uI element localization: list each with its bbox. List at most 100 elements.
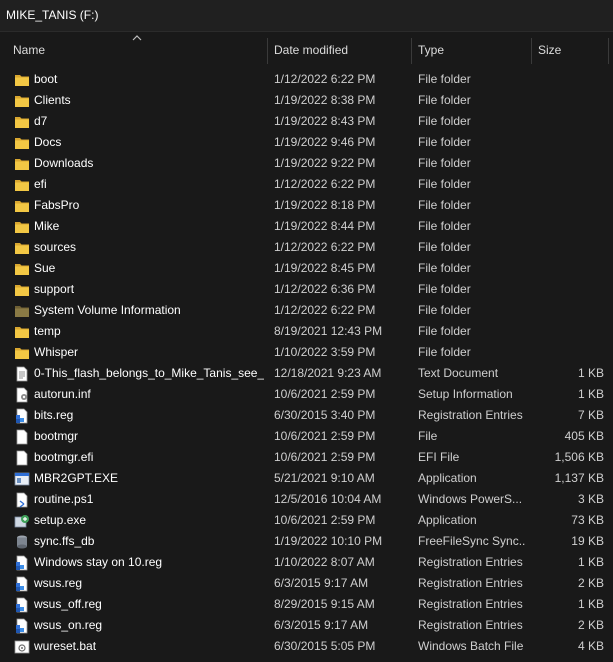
- file-list: boot 1/12/2022 6:22 PM File folder Clients 1…: [0, 69, 613, 657]
- item-type: File folder: [418, 219, 471, 233]
- item-type: File folder: [418, 93, 471, 107]
- item-date-modified: 1/19/2022 8:44 PM: [274, 219, 376, 233]
- column-header-date-modified[interactable]: Date modified: [274, 32, 409, 64]
- file-row[interactable]: autorun.inf 10/6/2021 2:59 PM Setup Inform…: [0, 384, 613, 405]
- file-row[interactable]: setup.exe 10/6/2021 2:59 PM Application 73 …: [0, 510, 613, 531]
- item-type: File folder: [418, 345, 471, 359]
- item-name: support: [34, 282, 75, 296]
- folder-row[interactable]: efi 1/12/2022 6:22 PM File folder: [0, 174, 613, 195]
- item-name: Sue: [34, 261, 56, 275]
- freefilesync-db-icon: [14, 534, 30, 550]
- item-size: 4 KB: [577, 639, 604, 653]
- item-date-modified: 1/12/2022 6:22 PM: [274, 177, 376, 191]
- folder-icon: [14, 261, 30, 277]
- item-size: [534, 90, 604, 111]
- file-row[interactable]: bootmgr 10/6/2021 2:59 PM File 405 KB: [0, 426, 613, 447]
- file-row[interactable]: sync.ffs_db 1/19/2022 10:10 PM FreeFileSyn…: [0, 531, 613, 552]
- item-name: MBR2GPT.EXE: [34, 471, 119, 485]
- folder-row[interactable]: Clients 1/19/2022 8:38 PM File folder: [0, 90, 613, 111]
- column-divider[interactable]: [267, 38, 268, 64]
- item-size: 19 KB: [571, 534, 604, 548]
- column-divider[interactable]: [531, 38, 532, 64]
- file-row[interactable]: wureset.bat 6/30/2015 5:05 PM Windows Batc…: [0, 636, 613, 657]
- item-type: FreeFileSync Sync...: [418, 534, 526, 548]
- folder-row[interactable]: support 1/12/2022 6:36 PM File folder: [0, 279, 613, 300]
- item-date-modified: 1/19/2022 8:18 PM: [274, 198, 376, 212]
- item-size: [534, 321, 604, 342]
- folder-row[interactable]: FabsPro 1/19/2022 8:18 PM File folder: [0, 195, 613, 216]
- folder-row[interactable]: Docs 1/19/2022 9:46 PM File folder: [0, 132, 613, 153]
- item-type: File folder: [418, 261, 471, 275]
- item-type: EFI File: [418, 450, 460, 464]
- item-name: wureset.bat: [34, 639, 97, 653]
- file-row[interactable]: wsus_off.reg 8/29/2015 9:15 AM Registratio…: [0, 594, 613, 615]
- item-name: setup.exe: [34, 513, 87, 527]
- item-date-modified: 1/12/2022 6:22 PM: [274, 72, 376, 86]
- item-size: 7 KB: [577, 408, 604, 422]
- file-row[interactable]: Windows stay on 10.reg 1/10/2022 8:07 AM R…: [0, 552, 613, 573]
- item-date-modified: 10/6/2021 2:59 PM: [274, 429, 376, 443]
- item-size: [534, 279, 604, 300]
- item-type: File folder: [418, 240, 471, 254]
- file-row[interactable]: bootmgr.efi 10/6/2021 2:59 PM EFI File 1,50…: [0, 447, 613, 468]
- item-name: System Volume Information: [34, 303, 181, 317]
- file-icon: [14, 429, 30, 445]
- item-name: bootmgr: [34, 429, 79, 443]
- item-name: efi: [34, 177, 47, 191]
- registry-icon: [14, 408, 30, 424]
- item-date-modified: 6/30/2015 5:05 PM: [274, 639, 376, 653]
- column-divider[interactable]: [608, 38, 609, 64]
- file-row[interactable]: wsus_on.reg 6/3/2015 9:17 AM Registration …: [0, 615, 613, 636]
- folder-icon: [14, 135, 30, 151]
- item-type: Text Document: [418, 366, 499, 380]
- item-type: File folder: [418, 282, 471, 296]
- item-type: File folder: [418, 198, 471, 212]
- item-size: 1,506 KB: [554, 450, 604, 464]
- item-type: File folder: [418, 177, 471, 191]
- column-divider[interactable]: [411, 38, 412, 64]
- folder-row[interactable]: temp 8/19/2021 12:43 PM File folder: [0, 321, 613, 342]
- column-header-name[interactable]: Name: [13, 32, 263, 64]
- item-type: Windows PowerS...: [418, 492, 523, 506]
- column-header-size[interactable]: Size: [538, 32, 598, 64]
- application-icon: [14, 471, 30, 487]
- item-size: 1 KB: [577, 387, 604, 401]
- item-name: Whisper: [34, 345, 79, 359]
- file-row[interactable]: routine.ps1 12/5/2016 10:04 AM Windows Pow…: [0, 489, 613, 510]
- folder-row[interactable]: Whisper 1/10/2022 3:59 PM File folder: [0, 342, 613, 363]
- item-size: [534, 258, 604, 279]
- powershell-script-icon: [14, 492, 30, 508]
- folder-row[interactable]: Downloads 1/19/2022 9:22 PM File folder: [0, 153, 613, 174]
- file-row[interactable]: wsus.reg 6/3/2015 9:17 AM Registration Ent…: [0, 573, 613, 594]
- item-size: [534, 237, 604, 258]
- item-type: Registration Entries: [418, 576, 523, 590]
- item-size: 1 KB: [577, 366, 604, 380]
- file-row[interactable]: MBR2GPT.EXE 5/21/2021 9:10 AM Application 1…: [0, 468, 613, 489]
- item-size: [534, 300, 604, 321]
- item-name: Mike: [34, 219, 60, 233]
- folder-row[interactable]: boot 1/12/2022 6:22 PM File folder: [0, 69, 613, 90]
- file-row[interactable]: bits.reg 6/30/2015 3:40 PM Registration En…: [0, 405, 613, 426]
- item-size: 1 KB: [577, 597, 604, 611]
- folder-icon: [14, 93, 30, 109]
- column-header-type[interactable]: Type: [418, 32, 528, 64]
- registry-icon: [14, 576, 30, 592]
- item-name: Downloads: [34, 156, 94, 170]
- folder-row[interactable]: d7 1/19/2022 8:43 PM File folder: [0, 111, 613, 132]
- file-row[interactable]: 0-This_flash_belongs_to_Mike_Tanis_see_.…: [0, 363, 613, 384]
- item-size: [534, 132, 604, 153]
- item-name: autorun.inf: [34, 387, 91, 401]
- item-date-modified: 1/19/2022 8:43 PM: [274, 114, 376, 128]
- batch-file-icon: [14, 639, 30, 655]
- file-icon: [14, 450, 30, 466]
- folder-row[interactable]: Mike 1/19/2022 8:44 PM File folder: [0, 216, 613, 237]
- item-type: Application: [418, 513, 477, 527]
- item-date-modified: 5/21/2021 9:10 AM: [274, 471, 375, 485]
- folder-row[interactable]: sources 1/12/2022 6:22 PM File folder: [0, 237, 613, 258]
- folder-row[interactable]: Sue 1/19/2022 8:45 PM File folder: [0, 258, 613, 279]
- item-type: File folder: [418, 324, 471, 338]
- registry-icon: [14, 597, 30, 613]
- folder-row[interactable]: System Volume Information 1/12/2022 6:22 …: [0, 300, 613, 321]
- item-date-modified: 8/29/2015 9:15 AM: [274, 597, 375, 611]
- folder-icon: [14, 72, 30, 88]
